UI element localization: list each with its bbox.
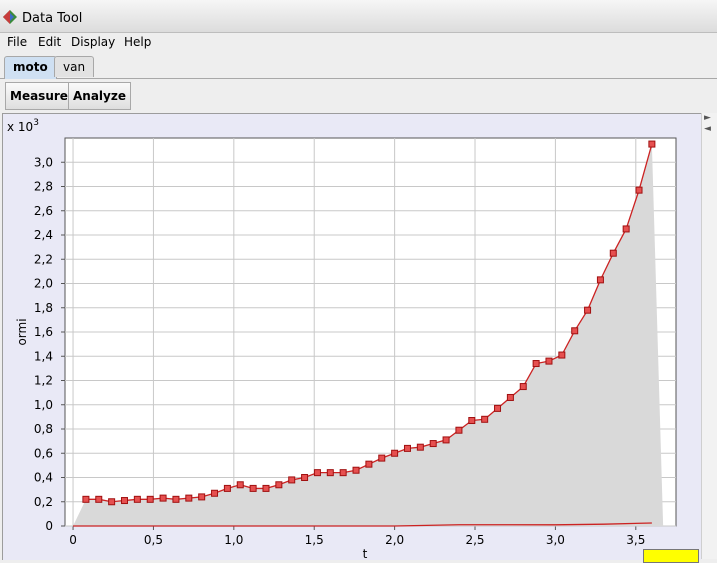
y-tick-label: 1,6 xyxy=(34,325,53,339)
y-tick-label: 2,6 xyxy=(34,204,53,218)
data-point xyxy=(211,489,219,497)
data-point xyxy=(275,481,283,489)
y-tick-label: 1,0 xyxy=(34,398,53,412)
y-tick-label: 0,2 xyxy=(34,495,53,509)
y-tick-label: 2,2 xyxy=(34,252,53,266)
data-point xyxy=(429,440,437,448)
data-point xyxy=(584,306,592,314)
analyze-button[interactable]: Analyze xyxy=(68,82,131,110)
data-point xyxy=(455,426,463,434)
data-point xyxy=(391,449,399,457)
data-point xyxy=(622,225,630,233)
y-tick-label: 0,4 xyxy=(34,471,53,485)
data-point xyxy=(468,417,476,425)
data-point xyxy=(313,469,321,477)
y-tick-label: 1,2 xyxy=(34,374,53,388)
data-point xyxy=(648,140,656,148)
data-point xyxy=(558,351,566,359)
data-point xyxy=(82,495,90,503)
data-point xyxy=(442,436,450,444)
data-point xyxy=(326,469,334,477)
chart[interactable]: 0 0,5 1,0 1,5 2,0 2,5 3,0 3,5 0 0,2 0,4 0,6 0,8 1,0 1,… xyxy=(3,114,701,561)
menu-file[interactable]: File xyxy=(7,35,27,49)
plot-panel[interactable]: 0 0,5 1,0 1,5 2,0 2,5 3,0 3,5 0 0,2 0,4 0,6 0,8 1,0 1,… xyxy=(2,113,701,561)
data-point xyxy=(609,249,617,257)
tab-strip: moto van xyxy=(0,54,717,79)
data-point xyxy=(108,498,116,506)
data-point xyxy=(223,484,231,492)
data-point xyxy=(635,186,643,194)
data-point xyxy=(352,466,360,474)
data-point xyxy=(571,327,579,335)
y-tick-label: 2,8 xyxy=(34,180,53,194)
data-point xyxy=(481,415,489,423)
x-tick-label: 1,5 xyxy=(305,533,324,547)
toolbar: Measure Analyze xyxy=(0,79,717,113)
data-point xyxy=(172,495,180,503)
data-point xyxy=(378,454,386,462)
data-point xyxy=(146,495,154,503)
tab-van[interactable]: van xyxy=(54,56,95,77)
tab-moto[interactable]: moto xyxy=(4,56,57,79)
data-point xyxy=(365,460,373,468)
x-tick-label: 2,0 xyxy=(385,533,404,547)
data-point xyxy=(159,494,167,502)
data-point xyxy=(519,383,527,391)
data-point xyxy=(545,357,553,365)
data-point xyxy=(120,497,128,505)
x-axis-label: t xyxy=(363,547,368,560)
data-point xyxy=(506,393,514,401)
x-tick-label: 0,5 xyxy=(144,533,163,547)
data-point xyxy=(236,481,244,489)
data-tool-icon xyxy=(3,10,17,24)
x-tick-label: 2,5 xyxy=(465,533,484,547)
y-tick-label: 0,8 xyxy=(34,422,53,436)
y-axis-label: ormi xyxy=(15,318,29,345)
y-tick-label: 2,4 xyxy=(34,228,53,242)
y-multiplier: x 103 xyxy=(7,118,39,134)
data-point xyxy=(198,493,206,501)
y-tick-label: 0,6 xyxy=(34,446,53,460)
data-point xyxy=(416,443,424,451)
y-tick-label: 1,8 xyxy=(34,301,53,315)
arrow-right-icon[interactable]: ► xyxy=(704,113,711,123)
measure-button[interactable]: Measure xyxy=(5,82,73,110)
data-point xyxy=(262,484,270,492)
y-tick-label: 0 xyxy=(45,519,53,533)
data-point xyxy=(249,484,257,492)
data-point xyxy=(596,276,604,284)
x-tick-label: 0 xyxy=(69,533,77,547)
data-point xyxy=(185,494,193,502)
menu-display[interactable]: Display xyxy=(71,35,115,49)
side-strip: ► ◄ xyxy=(701,113,717,559)
menu-edit[interactable]: Edit xyxy=(38,35,61,49)
data-point xyxy=(95,495,103,503)
dropdown-icon[interactable] xyxy=(643,549,699,563)
y-tick-label: 2,0 xyxy=(34,277,53,291)
x-tick-label: 3,0 xyxy=(546,533,565,547)
data-point xyxy=(494,404,502,412)
menu-bar: File Edit Display Help xyxy=(0,33,717,53)
data-point xyxy=(133,495,141,503)
menu-help[interactable]: Help xyxy=(124,35,151,49)
y-tick-label: 3,0 xyxy=(34,155,53,169)
window-title: Data Tool xyxy=(22,11,83,26)
title-bar: Data Tool xyxy=(0,0,717,33)
data-point xyxy=(532,360,540,368)
data-point xyxy=(288,476,296,484)
data-point xyxy=(403,444,411,452)
y-tick-label: 1,4 xyxy=(34,349,53,363)
x-tick-label: 1,0 xyxy=(224,533,243,547)
arrow-left-icon[interactable]: ◄ xyxy=(704,124,711,134)
x-tick-label: 3,5 xyxy=(626,533,645,547)
data-point xyxy=(339,469,347,477)
data-point xyxy=(301,474,309,481)
